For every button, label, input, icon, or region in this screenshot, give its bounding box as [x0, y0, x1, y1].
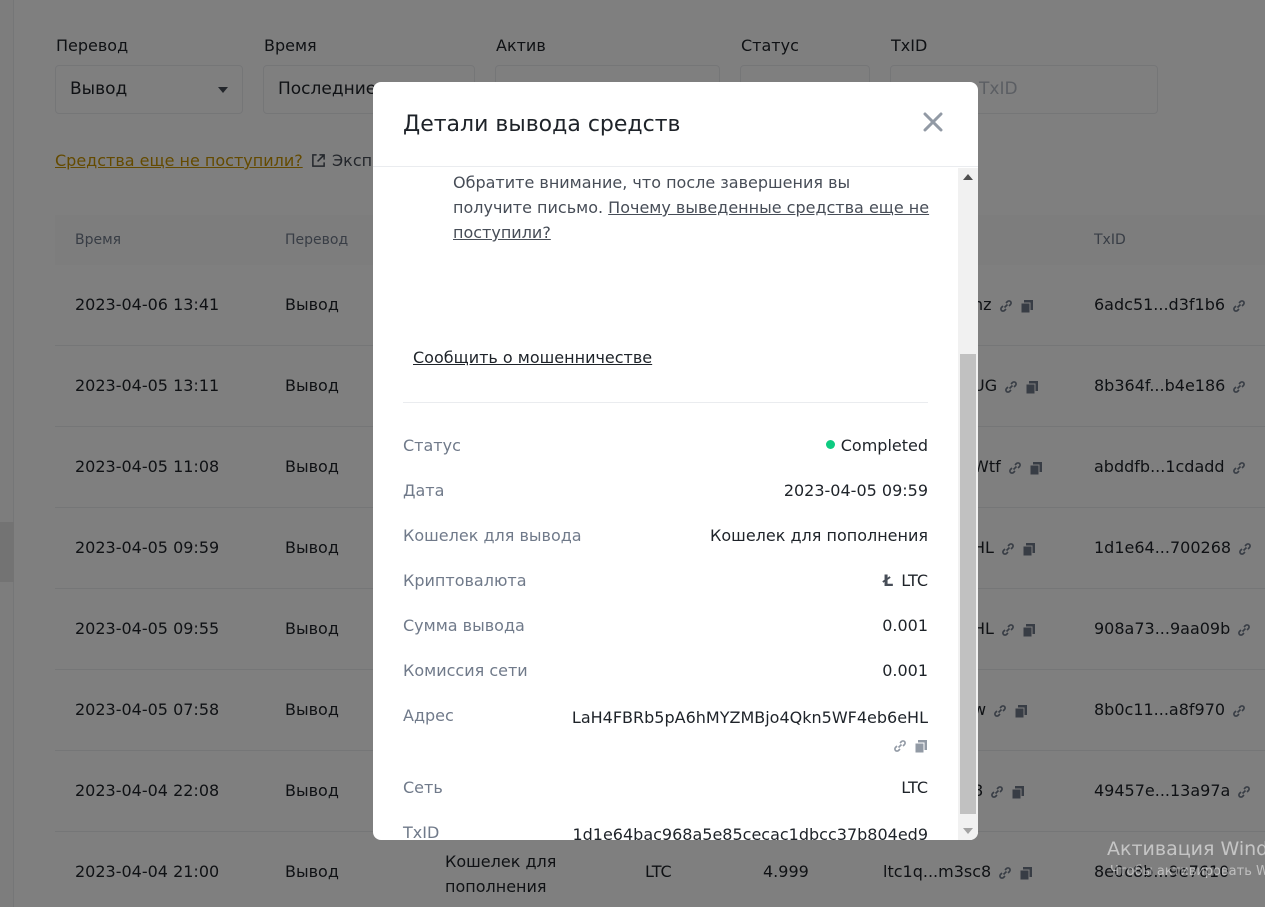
- wallet-value: Кошелек для пополнения: [710, 526, 928, 545]
- date-value: 2023-04-05 09:59: [783, 481, 928, 500]
- link-icon[interactable]: [892, 738, 908, 754]
- modal-body: Обратите внимание, что после завершения …: [373, 168, 958, 840]
- completion-note: Обратите внимание, что после завершения …: [453, 170, 933, 245]
- wallet-label: Кошелек для вывода: [403, 526, 582, 545]
- scrollbar-thumb[interactable]: [960, 354, 976, 814]
- amount-label: Сумма вывода: [403, 616, 525, 635]
- litecoin-icon: Ł: [883, 571, 894, 590]
- withdrawal-details-modal: Детали вывода средств Обратите внимание,…: [373, 82, 978, 840]
- fee-value: 0.001: [882, 661, 928, 680]
- modal-scrollbar[interactable]: [958, 168, 978, 840]
- coin-label: Криптовалюта: [403, 571, 527, 590]
- status-dot-icon: [825, 440, 835, 449]
- coin-value: Ł LTC: [883, 571, 928, 590]
- address-label: Адрес: [403, 706, 454, 725]
- network-label: Сеть: [403, 778, 443, 797]
- copy-icon[interactable]: [914, 739, 928, 753]
- divider: [403, 402, 928, 403]
- address-value: LaH4FBRb5pA6hMYZMBjo4Qkn5WF4eb6eHL: [568, 704, 928, 758]
- fee-label: Комиссия сети: [403, 661, 528, 680]
- date-label: Дата: [403, 481, 445, 500]
- status-label: Статус: [403, 436, 461, 455]
- report-fraud-link[interactable]: Сообщить о мошенничестве: [413, 348, 652, 367]
- scroll-down-arrow-icon[interactable]: [963, 828, 973, 834]
- close-icon: [923, 112, 943, 132]
- amount-value: 0.001: [882, 616, 928, 635]
- network-value: LTC: [901, 778, 928, 797]
- modal-title: Детали вывода средств: [403, 112, 681, 137]
- close-button[interactable]: [921, 110, 945, 134]
- scroll-up-arrow-icon[interactable]: [963, 174, 973, 180]
- windows-activation-subtext: Чтобы активировать W: [1110, 864, 1265, 879]
- modal-header: Детали вывода средств: [373, 82, 978, 167]
- txid-label: TxID: [403, 823, 440, 840]
- txid-value: 1d1e64bac968a5e85cecac1dbcc37b804ed9d756…: [568, 821, 928, 840]
- status-value: Completed: [825, 436, 928, 455]
- windows-activation-watermark: Активация Windo: [1107, 838, 1265, 860]
